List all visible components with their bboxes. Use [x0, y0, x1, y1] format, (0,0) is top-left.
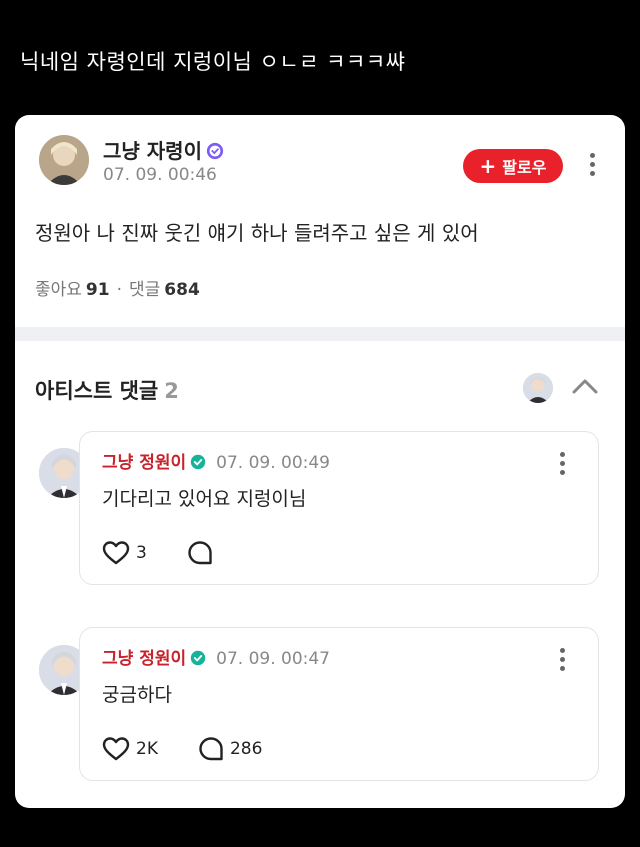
comment-like-count: 2K [136, 739, 158, 759]
commenter-name[interactable]: 그냥 정원이 [102, 649, 186, 669]
verified-badge-icon [206, 142, 224, 160]
post-author-name[interactable]: 그냥 자령이 [103, 135, 224, 164]
verified-badge-icon [190, 650, 206, 666]
post-card: 그냥 자령이 07. 09. 00:46 + 팔로우 정원아 나 진짜 웃긴 얘… [15, 115, 625, 808]
comment-bubble-icon[interactable] [187, 540, 213, 566]
stats-separator: · [116, 280, 122, 300]
comment-actions: 2K 286 [102, 736, 302, 762]
post-timestamp: 07. 09. 00:46 [103, 165, 217, 185]
comment-card: 그냥 정원이 07. 09. 00:47 궁금하다 2K 286 [79, 627, 599, 781]
artist-comments-title: 아티스트 댓글 2 [35, 379, 179, 403]
commenter-name[interactable]: 그냥 정원이 [102, 453, 186, 473]
comment-header: 그냥 정원이 07. 09. 00:47 [102, 644, 330, 669]
section-divider [15, 327, 625, 341]
artist-comments-count: 2 [164, 379, 179, 403]
follow-label: 팔로우 [502, 158, 547, 177]
heart-icon[interactable] [102, 736, 130, 762]
comment-actions: 3 [102, 540, 259, 566]
post-stats: 좋아요 91 · 댓글 684 [35, 275, 200, 300]
likes-count: 91 [85, 280, 110, 300]
comment-card: 그냥 정원이 07. 09. 00:49 기다리고 있어요 지렁이님 3 [79, 431, 599, 585]
likes-label: 좋아요 [35, 280, 82, 300]
comment-text: 기다리고 있어요 지렁이님 [102, 488, 307, 510]
comment-more-icon[interactable] [560, 452, 565, 475]
chevron-up-icon[interactable] [571, 377, 599, 395]
comment-timestamp: 07. 09. 00:47 [216, 649, 330, 669]
comments-label[interactable]: 댓글 [129, 280, 160, 300]
comment-header: 그냥 정원이 07. 09. 00:49 [102, 448, 330, 473]
comment-bubble-icon[interactable] [198, 736, 224, 762]
comment-more-icon[interactable] [560, 648, 565, 671]
comment-like-count: 3 [136, 543, 147, 563]
verified-badge-icon [190, 454, 206, 470]
heart-icon[interactable] [102, 540, 130, 566]
comment-reply-count: 286 [229, 739, 263, 759]
author-avatar[interactable] [39, 135, 89, 185]
comment-timestamp: 07. 09. 00:49 [216, 453, 330, 473]
plus-icon: + [479, 154, 497, 178]
comments-count[interactable]: 684 [164, 280, 200, 300]
post-more-icon[interactable] [590, 153, 595, 176]
caption-text: 닉네임 자령인데 지렁이님 ㅇㄴㄹ ㅋㅋㅋ쌰 [20, 50, 406, 74]
artist-avatar-small [523, 373, 553, 403]
post-body: 정원아 나 진짜 웃긴 얘기 하나 들려주고 싶은 게 있어 [35, 221, 479, 245]
comment-text: 궁금하다 [102, 684, 172, 706]
follow-button[interactable]: + 팔로우 [463, 149, 563, 183]
